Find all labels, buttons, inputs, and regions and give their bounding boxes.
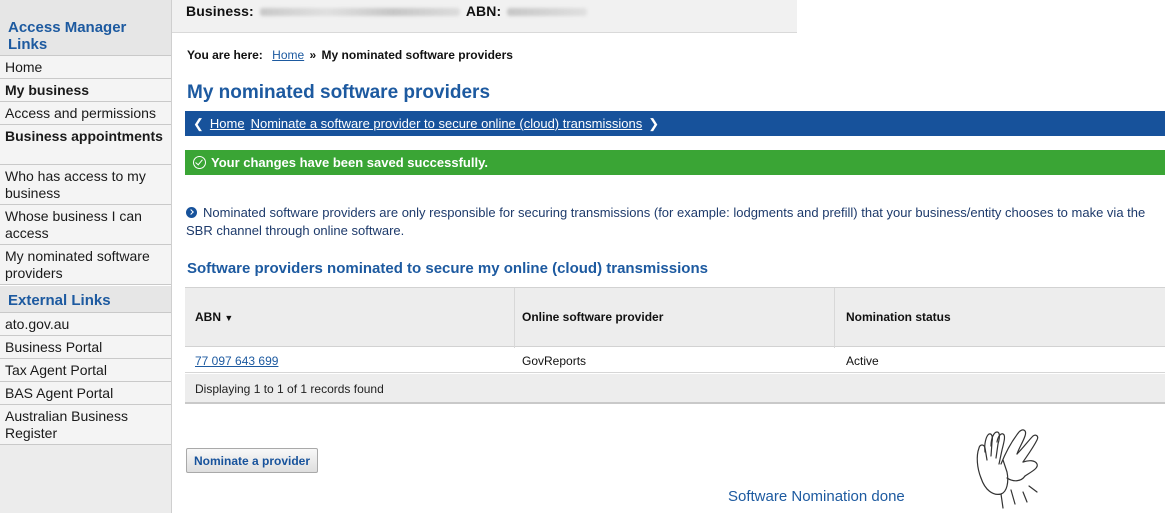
sidebar-item-home[interactable]: Home <box>0 56 171 79</box>
clapping-hands-icon <box>976 429 1039 509</box>
nav-nominate-link[interactable]: Nominate a software provider to secure o… <box>251 116 643 131</box>
column-divider <box>834 288 835 348</box>
sidebar-item-access-permissions[interactable]: Access and permissions <box>0 102 171 125</box>
info-bullet-icon <box>186 207 197 218</box>
business-name-redacted <box>259 7 460 16</box>
sidebar-item-ato[interactable]: ato.gov.au <box>0 313 171 336</box>
info-text: Nominated software providers are only re… <box>186 205 1146 238</box>
breadcrumb-separator: » <box>309 48 317 62</box>
status-cell: Active <box>846 354 879 368</box>
info-notice: Nominated software providers are only re… <box>186 204 1151 240</box>
provider-cell: GovReports <box>522 354 587 368</box>
app-window: Access Manager Links Home My business Ac… <box>0 0 1165 513</box>
providers-table: ABN ▼ Online software provider Nominatio… <box>185 287 1165 404</box>
table-header: ABN ▼ Online software provider Nominatio… <box>185 287 1165 348</box>
check-circle-icon <box>193 156 206 169</box>
success-banner: Your changes have been saved successfull… <box>185 150 1165 175</box>
breadcrumb-prefix: You are here: <box>187 48 263 62</box>
sidebar-item-my-business[interactable]: My business <box>0 79 171 102</box>
sort-down-icon: ▼ <box>224 313 234 323</box>
sidebar: Access Manager Links Home My business Ac… <box>0 0 172 513</box>
abn-cell: 77 097 643 699 <box>195 354 278 368</box>
records-count: Displaying 1 to 1 of 1 records found <box>195 382 384 396</box>
sidebar-item-business-portal[interactable]: Business Portal <box>0 336 171 359</box>
chevron-left-icon[interactable]: ❮ <box>193 116 204 131</box>
navigation-bar: ❮ Home Nominate a software provider to sec… <box>185 111 1165 136</box>
success-message: Your changes have been saved successfull… <box>211 155 488 170</box>
abn-value-redacted <box>507 7 588 16</box>
section-title: Software providers nominated to secure m… <box>187 260 708 277</box>
page-title: My nominated software providers <box>187 82 491 103</box>
sidebar-item-business-appointments[interactable]: Business appointments <box>0 125 171 165</box>
table-row: 77 097 643 699 GovReports Active <box>185 348 1165 373</box>
abn-link[interactable]: 77 097 643 699 <box>195 354 278 368</box>
sidebar-item-abr[interactable]: Australian Business Register <box>0 405 171 445</box>
column-header-provider: Online software provider <box>522 310 664 324</box>
column-header-abn[interactable]: ABN ▼ <box>195 310 233 324</box>
sidebar-item-tax-agent-portal[interactable]: Tax Agent Portal <box>0 359 171 382</box>
business-label: Business: <box>186 3 254 19</box>
chevron-right-icon[interactable]: ❯ <box>648 116 659 131</box>
nav-home-link[interactable]: Home <box>210 116 245 131</box>
sidebar-item-bas-agent-portal[interactable]: BAS Agent Portal <box>0 382 171 405</box>
business-header: Business: ABN: <box>172 0 797 33</box>
column-header-status: Nomination status <box>846 310 951 324</box>
column-divider <box>514 288 515 348</box>
table-footer: Displaying 1 to 1 of 1 records found <box>185 374 1165 404</box>
nominate-provider-button[interactable]: Nominate a provider <box>186 448 319 473</box>
breadcrumb-current: My nominated software providers <box>321 48 513 62</box>
done-caption: Software Nomination done <box>728 488 905 505</box>
main-content: Business: ABN: You are here: Home » My no… <box>172 0 1165 513</box>
breadcrumb: You are here: Home » My nominated softwa… <box>187 48 513 62</box>
sidebar-item-whose-business[interactable]: Whose business I can access <box>0 205 171 245</box>
business-info: Business: ABN: <box>186 3 588 19</box>
sidebar-header-external-links: External Links <box>0 285 171 313</box>
abn-label: ABN: <box>465 3 502 19</box>
sidebar-header-access-manager: Access Manager Links <box>0 0 171 56</box>
sidebar-item-who-has-access[interactable]: Who has access to my business <box>0 165 171 205</box>
breadcrumb-home-link[interactable]: Home <box>272 48 304 62</box>
sidebar-item-nominated-providers[interactable]: My nominated software providers <box>0 245 171 285</box>
